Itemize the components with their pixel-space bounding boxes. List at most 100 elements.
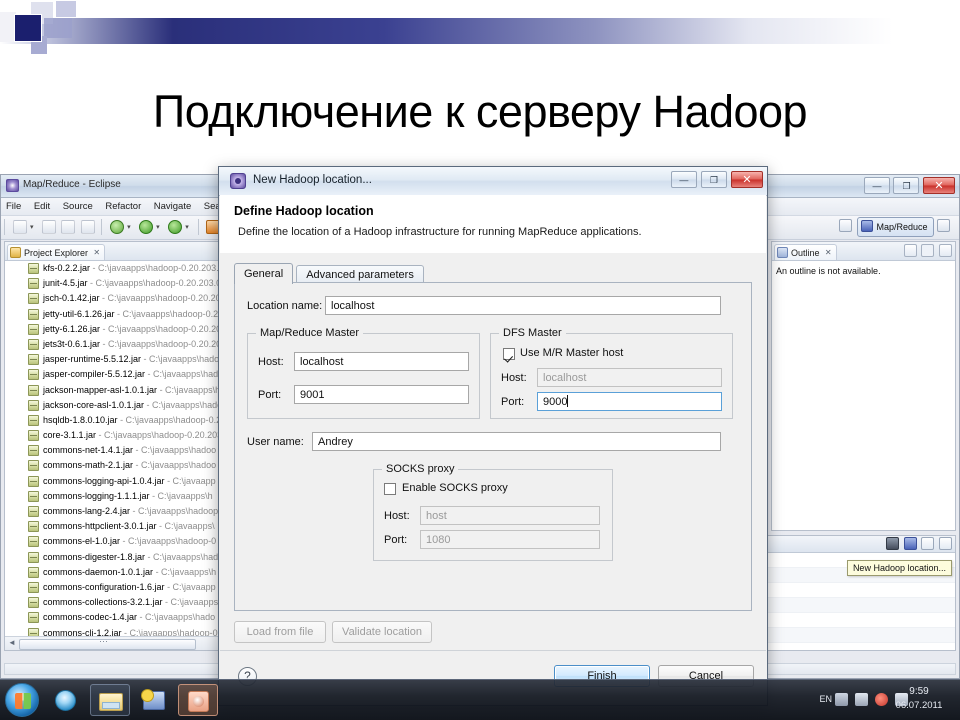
project-explorer-item[interactable]: commons-logging-1.1.1.jar - C:\javaapps\… <box>5 489 253 504</box>
taskbar-item-eclipse[interactable] <box>178 684 218 716</box>
user-name-label: User name: <box>247 436 304 448</box>
chevron-down-icon[interactable]: ▾ <box>30 220 37 234</box>
run-icon[interactable] <box>138 220 153 234</box>
close-icon[interactable]: ✕ <box>93 245 100 261</box>
maximize-icon[interactable] <box>939 537 952 550</box>
new-wizard-icon[interactable] <box>12 220 27 234</box>
jar-icon <box>28 506 39 517</box>
user-name-input[interactable]: Andrey <box>312 432 721 451</box>
clock-time[interactable]: 9:59 <box>890 686 948 697</box>
project-explorer-item[interactable]: jasper-runtime-5.5.12.jar - C:\javaapps\… <box>5 352 253 367</box>
taskbar-item-network[interactable] <box>134 684 174 716</box>
dfs-port-input[interactable]: 9000 <box>537 392 722 411</box>
project-explorer-item[interactable]: kfs-0.2.2.jar - C:\javaapps\hadoop-0.20.… <box>5 261 253 276</box>
maximize-icon[interactable] <box>939 244 952 257</box>
dfs-port-label: Port: <box>501 396 525 408</box>
menu-source[interactable]: Source <box>58 198 98 212</box>
project-explorer-item[interactable]: junit-4.5.jar - C:\javaapps\hadoop-0.20.… <box>5 276 253 291</box>
validate-location-button[interactable]: Validate location <box>332 621 432 643</box>
project-explorer-tree[interactable]: kfs-0.2.2.jar - C:\javaapps\hadoop-0.20.… <box>5 261 253 636</box>
menu-refactor[interactable]: Refactor <box>100 198 146 212</box>
mr-host-label: Host: <box>258 356 284 368</box>
use-mr-master-host-checkbox[interactable] <box>503 348 515 360</box>
jar-icon <box>28 521 39 533</box>
menu-navigate[interactable]: Navigate <box>149 198 197 212</box>
socks-proxy-title: SOCKS proxy <box>382 463 459 475</box>
print-icon[interactable] <box>80 220 95 234</box>
menu-file[interactable]: File <box>1 198 26 212</box>
project-explorer-item[interactable]: commons-digester-1.8.jar - C:\javaapps\h… <box>5 550 253 565</box>
project-explorer-item[interactable]: commons-el-1.0.jar - C:\javaapps\hadoop-… <box>5 534 253 549</box>
jar-path: - C:\javaapps\hadoop-0 <box>122 536 217 547</box>
dialog-maximize-button[interactable]: ❐ <box>700 171 727 188</box>
tray-app-icon[interactable] <box>855 693 868 706</box>
perspective-map-reduce-button[interactable]: Map/Reduce <box>857 217 935 237</box>
minimize-icon[interactable] <box>921 537 935 550</box>
project-explorer-item[interactable]: commons-cli-1.2.jar - C:\javaapps\hadoop… <box>5 626 253 636</box>
jar-path: - C:\javaapps\h <box>159 384 221 395</box>
save-all-icon[interactable] <box>61 220 76 234</box>
text-caret <box>567 395 569 407</box>
project-explorer-item[interactable]: core-3.1.1.jar - C:\javaapps\hadoop-0.20… <box>5 428 253 443</box>
project-explorer-item[interactable]: jasper-compiler-5.5.12.jar - C:\javaapps… <box>5 367 253 382</box>
project-explorer-item[interactable]: jets3t-0.6.1.jar - C:\javaapps\hadoop-0.… <box>5 337 253 352</box>
scrollbar-grip: ⋯ <box>99 636 108 646</box>
jar-name: jackson-core-asl-1.0.1.jar <box>43 399 147 410</box>
language-indicator[interactable]: EN <box>819 694 832 704</box>
open-perspective-icon[interactable] <box>838 219 852 232</box>
windows-start-icon[interactable] <box>5 683 39 717</box>
perspective-java-icon[interactable] <box>937 219 950 232</box>
mr-port-input[interactable]: 9001 <box>294 385 469 404</box>
project-explorer-item[interactable]: jackson-mapper-asl-1.0.1.jar - C:\javaap… <box>5 383 253 398</box>
menu-edit[interactable]: Edit <box>29 198 55 212</box>
project-explorer-item[interactable]: commons-logging-api-1.0.4.jar - C:\javaa… <box>5 474 253 489</box>
chevron-down-icon[interactable]: ▾ <box>156 220 163 234</box>
debug-icon[interactable] <box>109 220 124 234</box>
jar-icon <box>28 536 39 548</box>
chevron-down-icon[interactable]: ▾ <box>127 220 134 234</box>
enable-socks-proxy-checkbox[interactable] <box>384 483 396 495</box>
clock-date[interactable]: 06.07.2011 <box>886 700 952 711</box>
tab-general[interactable]: General <box>234 263 294 284</box>
external-tools-icon[interactable] <box>167 220 182 234</box>
tab-project-explorer[interactable]: Project Explorer ✕ <box>7 244 106 261</box>
load-from-file-button[interactable]: Load from file <box>234 621 326 643</box>
chevron-down-icon[interactable]: ▾ <box>185 220 192 234</box>
project-explorer-item[interactable]: hsqldb-1.8.0.10.jar - C:\javaapps\hadoop… <box>5 413 253 428</box>
dialog-close-button[interactable]: ✕ <box>731 171 763 188</box>
new-hadoop-location-icon[interactable] <box>903 537 917 550</box>
taskbar-item-internet-explorer[interactable] <box>46 684 86 716</box>
project-explorer-item[interactable]: jsch-0.1.42.jar - C:\javaapps\hadoop-0.2… <box>5 291 253 306</box>
project-explorer-item[interactable]: commons-net-1.4.1.jar - C:\javaapps\hado… <box>5 443 253 458</box>
jar-icon <box>28 490 39 502</box>
save-icon[interactable] <box>41 220 56 234</box>
project-explorer-item[interactable]: jetty-6.1.26.jar - C:\javaapps\hadoop-0.… <box>5 322 253 337</box>
tab-outline[interactable]: Outline ✕ <box>774 244 837 260</box>
view-menu-icon[interactable] <box>903 244 917 257</box>
project-explorer-item[interactable]: commons-lang-2.4.jar - C:\javaapps\hadoo… <box>5 504 253 519</box>
edit-hadoop-location-icon[interactable] <box>886 537 900 550</box>
jar-icon <box>28 566 39 578</box>
taskbar-item-windows-explorer[interactable] <box>90 684 130 716</box>
project-explorer-item[interactable]: commons-codec-1.4.jar - C:\javaapps\hado <box>5 610 253 625</box>
project-explorer-hscrollbar[interactable]: ◄ ⋯ ► <box>5 636 253 650</box>
project-explorer-item[interactable]: commons-httpclient-3.0.1.jar - C:\javaap… <box>5 519 253 534</box>
eclipse-minimize-button[interactable]: — <box>863 177 890 194</box>
minimize-icon[interactable] <box>921 244 935 257</box>
eclipse-close-button[interactable]: ✕ <box>923 177 955 194</box>
project-explorer-item[interactable]: commons-math-2.1.jar - C:\javaapps\hadoo <box>5 458 253 473</box>
slide-header-decoration <box>0 0 960 62</box>
location-name-input[interactable]: localhost <box>325 296 721 315</box>
close-icon[interactable]: ✕ <box>825 245 832 261</box>
project-explorer-item[interactable]: commons-daemon-1.0.1.jar - C:\javaapps\h <box>5 565 253 580</box>
project-explorer-item[interactable]: jackson-core-asl-1.0.1.jar - C:\javaapps… <box>5 398 253 413</box>
mr-host-input[interactable]: localhost <box>294 352 469 371</box>
project-explorer-item[interactable]: commons-collections-3.2.1.jar - C:\javaa… <box>5 595 253 610</box>
dialog-minimize-button[interactable]: — <box>670 171 697 188</box>
scroll-left-icon[interactable]: ◄ <box>8 638 16 647</box>
eclipse-maximize-button[interactable]: ❐ <box>893 177 920 194</box>
project-explorer-item[interactable]: commons-configuration-1.6.jar - C:\javaa… <box>5 580 253 595</box>
jar-path: - C:\javaapps\hadoop-0.20.203 <box>98 430 223 441</box>
show-hidden-icons-icon[interactable] <box>835 693 848 706</box>
project-explorer-item[interactable]: jetty-util-6.1.26.jar - C:\javaapps\hado… <box>5 307 253 322</box>
